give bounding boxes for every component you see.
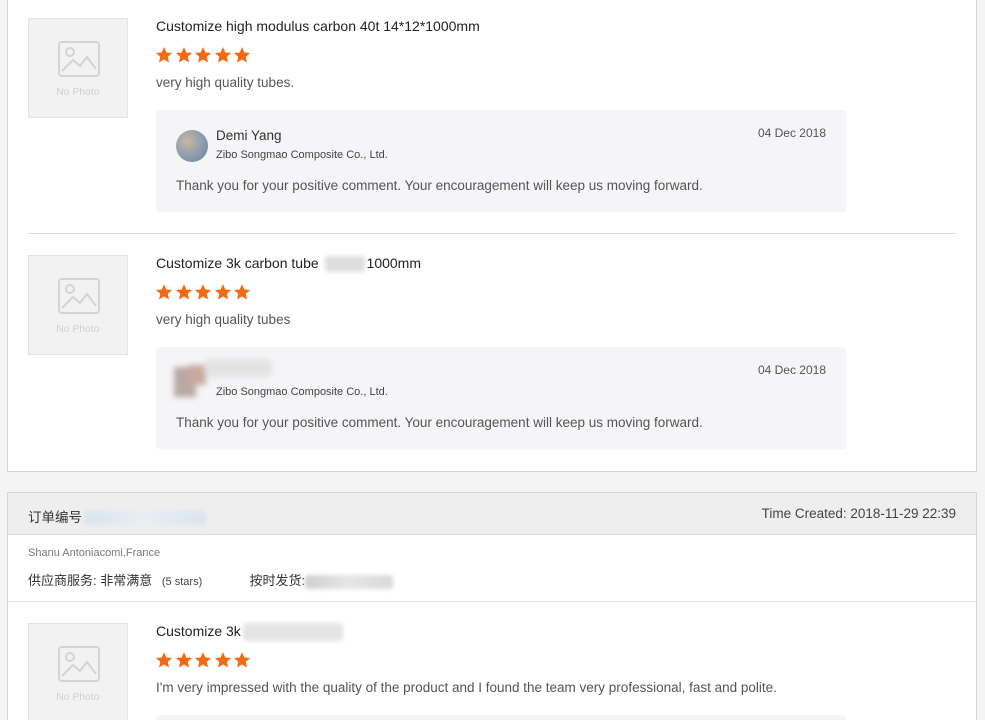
order-separator xyxy=(8,601,976,602)
star-icon xyxy=(194,284,212,300)
reply-date: 04 Dec 2018 xyxy=(757,126,826,140)
star-icon xyxy=(155,284,173,300)
image-placeholder-icon xyxy=(58,278,100,314)
supplier-service-label: 供应商服务: xyxy=(28,573,97,588)
review-item: No Photo Customize 3k I'm very impressed… xyxy=(28,623,956,720)
redacted-order-number xyxy=(84,511,206,526)
redacted-text xyxy=(324,256,365,273)
product-thumbnail[interactable]: No Photo xyxy=(28,18,128,118)
supplier-service-value: 非常满意 xyxy=(100,573,153,588)
order-number-label: 订单编号 xyxy=(28,510,82,525)
star-icon xyxy=(233,47,251,63)
order-card: 订单编号 Time Created: 2018-11-29 22:39 Shan… xyxy=(7,492,977,720)
no-photo-label: No Photo xyxy=(56,324,100,335)
seller-reply: Demi Yang Zibo Songmao Composite Co., Lt… xyxy=(156,110,846,212)
no-photo-label: No Photo xyxy=(56,87,100,98)
star-icon xyxy=(233,652,251,668)
redacted-text xyxy=(242,623,343,642)
star-icon xyxy=(214,284,231,300)
avatar xyxy=(176,130,208,162)
reply-text: Thank you for your positive comment. You… xyxy=(176,415,703,430)
review-comment: very high quality tubes xyxy=(156,312,291,327)
star-icon xyxy=(194,47,212,63)
product-title-start: Customize 3k xyxy=(156,623,241,639)
star-icon xyxy=(233,284,251,300)
image-placeholder-icon xyxy=(58,41,100,77)
star-icon xyxy=(175,47,192,63)
redacted-on-time-value xyxy=(305,574,394,589)
no-photo-label: No Photo xyxy=(56,692,100,703)
reply-company: Zibo Songmao Composite Co., Ltd. xyxy=(216,386,388,398)
on-time-label: 按时发货: xyxy=(249,573,306,588)
reply-text: Thank you for your positive comment. You… xyxy=(176,178,703,193)
buyer-info: Shanu Antoniacomi,France xyxy=(28,547,161,559)
star-icon xyxy=(155,652,173,668)
product-thumbnail[interactable]: No Photo xyxy=(28,623,128,720)
star-icon xyxy=(175,652,192,668)
rating-stars xyxy=(155,283,253,303)
order-ratings: 供应商服务: 非常满意 (5 stars) 按时发货: xyxy=(28,570,394,589)
reply-date: 04 Dec 2018 xyxy=(757,363,826,377)
product-title[interactable]: Customize 3k xyxy=(156,623,343,642)
rating-stars xyxy=(155,46,253,66)
review-divider xyxy=(28,233,956,234)
star-icon xyxy=(194,652,212,668)
time-created: Time Created: 2018-11-29 22:39 xyxy=(761,506,956,521)
review-item: No Photo Customize 3k carbon tube 1000mm… xyxy=(28,255,956,455)
reply-author-name: Demi Yang xyxy=(216,128,282,143)
seller-reply xyxy=(156,715,846,720)
reviews-card: No Photo Customize high modulus carbon 4… xyxy=(7,0,977,472)
review-comment: very high quality tubes. xyxy=(156,75,295,90)
product-title-end: 1000mm xyxy=(366,255,421,271)
reply-company: Zibo Songmao Composite Co., Ltd. xyxy=(216,149,388,161)
star-icon xyxy=(155,47,173,63)
order-number: 订单编号 xyxy=(28,506,206,526)
product-title[interactable]: Customize high modulus carbon 40t 14*12*… xyxy=(156,18,480,34)
product-title-start: Customize 3k carbon tube xyxy=(156,255,319,271)
product-thumbnail[interactable]: No Photo xyxy=(28,255,128,355)
review-item: No Photo Customize high modulus carbon 4… xyxy=(28,18,956,218)
seller-reply: Zibo Songmao Composite Co., Ltd. 04 Dec … xyxy=(156,347,846,449)
star-icon xyxy=(214,47,231,63)
supplier-service-stars: (5 stars) xyxy=(161,576,203,588)
image-placeholder-icon xyxy=(58,646,100,682)
star-icon xyxy=(214,652,231,668)
star-icon xyxy=(175,284,192,300)
review-comment: I'm very impressed with the quality of t… xyxy=(156,680,777,695)
product-title[interactable]: Customize 3k carbon tube 1000mm xyxy=(156,255,421,273)
order-header: 订单编号 Time Created: 2018-11-29 22:39 xyxy=(8,493,976,535)
rating-stars xyxy=(155,651,253,671)
